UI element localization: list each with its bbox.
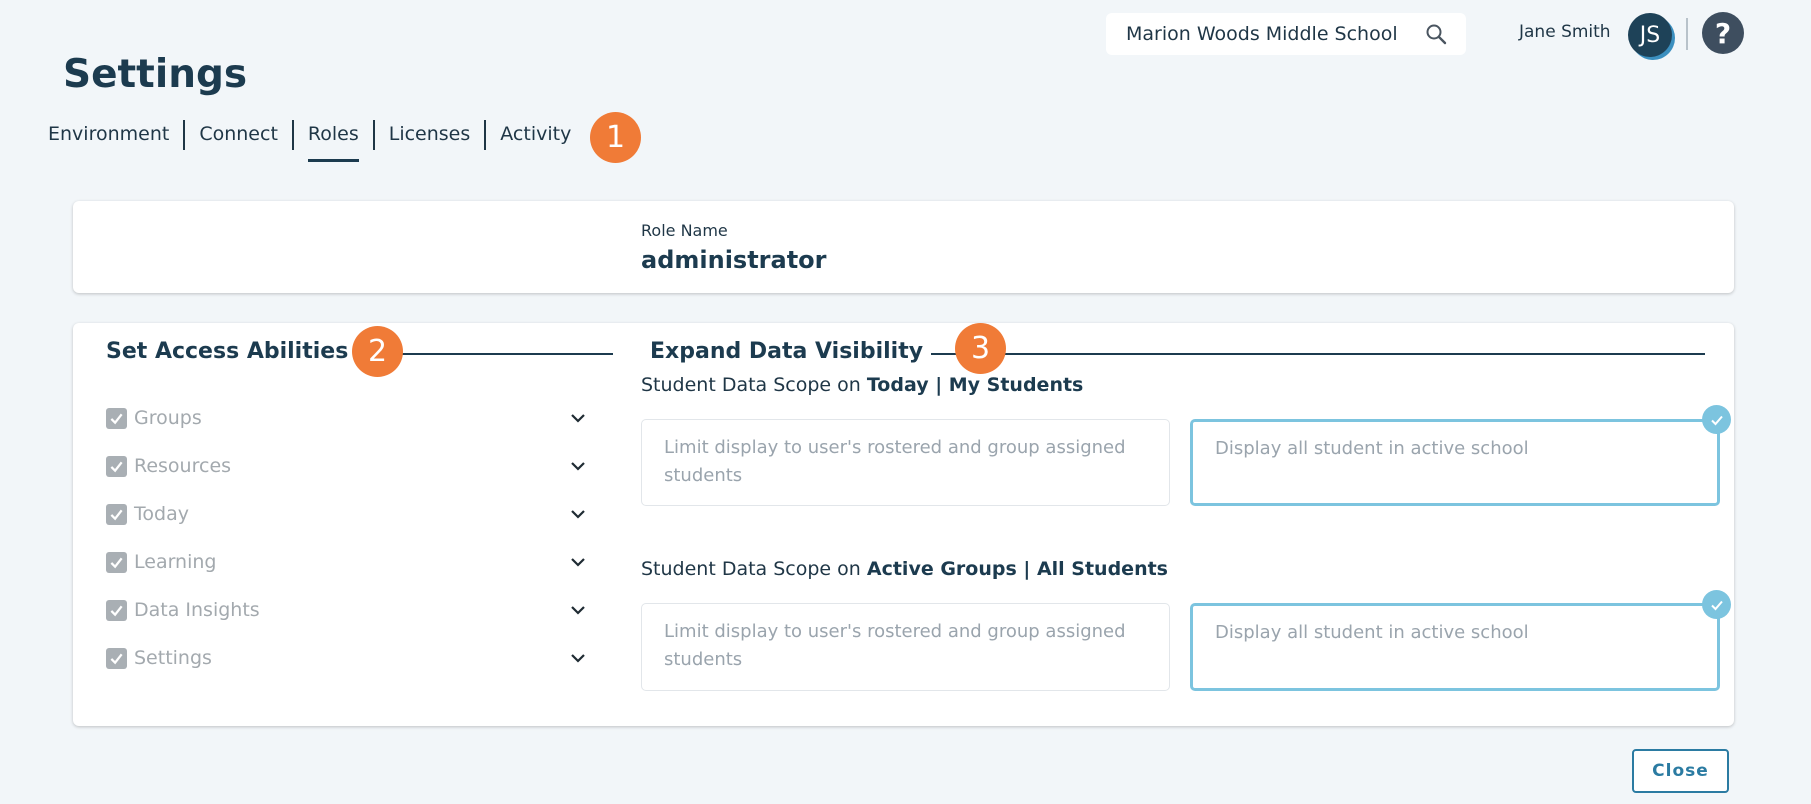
help-button[interactable]: ?: [1702, 12, 1744, 54]
visibility-section-title: Expand Data Visibility: [650, 339, 932, 364]
role-name-value: administrator: [641, 246, 827, 274]
chevron-down-icon[interactable]: [568, 504, 588, 524]
permission-label: Learning: [134, 551, 217, 573]
tab-licenses[interactable]: Licenses: [372, 120, 485, 150]
settings-tabs: Environment Connect Roles Licenses Activ…: [48, 120, 585, 162]
checkbox-icon[interactable]: [106, 407, 127, 429]
page-title: Settings: [63, 52, 248, 97]
selected-check-icon: [1702, 405, 1731, 434]
permission-label: Settings: [134, 647, 212, 669]
chevron-down-icon[interactable]: [568, 600, 588, 620]
visibility-section-rule: [903, 353, 1705, 355]
permission-row-data-insights[interactable]: Data Insights: [106, 597, 588, 623]
permission-label: Data Insights: [134, 599, 260, 621]
checkbox-icon[interactable]: [106, 599, 127, 621]
scope-label-active-groups: Student Data Scope on Active Groups | Al…: [641, 558, 1168, 580]
option-display-all-today[interactable]: Display all student in active school: [1190, 419, 1720, 506]
scope-context: Active Groups | All Students: [866, 558, 1168, 580]
tab-connect[interactable]: Connect: [183, 120, 292, 150]
selected-check-icon: [1702, 590, 1731, 619]
checkbox-icon[interactable]: [106, 503, 127, 525]
chevron-down-icon[interactable]: [568, 648, 588, 668]
school-search-box[interactable]: Marion Woods Middle School: [1106, 13, 1466, 55]
role-name-label: Role Name: [641, 221, 728, 240]
checkbox-icon[interactable]: [106, 551, 127, 573]
user-name: Jane Smith: [1519, 22, 1611, 42]
permission-row-resources[interactable]: Resources: [106, 453, 588, 479]
permission-row-groups[interactable]: Groups: [106, 405, 588, 431]
scope-context: Today | My Students: [866, 374, 1084, 396]
permission-row-today[interactable]: Today: [106, 501, 588, 527]
access-section-title: Set Access Abilities: [106, 339, 357, 364]
tab-activity[interactable]: Activity: [484, 120, 585, 150]
option-limit-display-groups[interactable]: Limit display to user's rostered and gro…: [641, 603, 1170, 691]
permission-row-settings[interactable]: Settings: [106, 645, 588, 671]
chevron-down-icon[interactable]: [568, 552, 588, 572]
option-display-all-groups[interactable]: Display all student in active school: [1190, 603, 1720, 691]
school-name: Marion Woods Middle School: [1126, 23, 1398, 45]
callout-badge-2: 2: [352, 326, 403, 377]
scope-prefix: Student Data Scope on: [641, 558, 867, 580]
callout-badge-3: 3: [955, 323, 1006, 374]
permission-label: Today: [134, 503, 189, 525]
chevron-down-icon[interactable]: [568, 456, 588, 476]
role-card: Role Name administrator: [73, 201, 1734, 293]
scope-prefix: Student Data Scope on: [641, 374, 867, 396]
close-button[interactable]: Close: [1632, 749, 1729, 793]
search-icon[interactable]: [1424, 22, 1448, 46]
tab-roles[interactable]: Roles: [291, 120, 373, 162]
callout-badge-1: 1: [590, 112, 641, 163]
scope-label-today: Student Data Scope on Today | My Student…: [641, 374, 1083, 396]
checkbox-icon[interactable]: [106, 647, 127, 669]
permission-row-learning[interactable]: Learning: [106, 549, 588, 575]
permission-label: Resources: [134, 455, 232, 477]
header-divider: [1686, 18, 1688, 50]
avatar[interactable]: JS: [1628, 13, 1672, 57]
option-limit-display-today[interactable]: Limit display to user's rostered and gro…: [641, 419, 1170, 506]
tab-environment[interactable]: Environment: [48, 120, 183, 150]
role-permissions-card: Set Access Abilities 2 Groups Resources …: [73, 323, 1734, 726]
permission-label: Groups: [134, 407, 202, 429]
chevron-down-icon[interactable]: [568, 408, 588, 428]
checkbox-icon[interactable]: [106, 455, 127, 477]
